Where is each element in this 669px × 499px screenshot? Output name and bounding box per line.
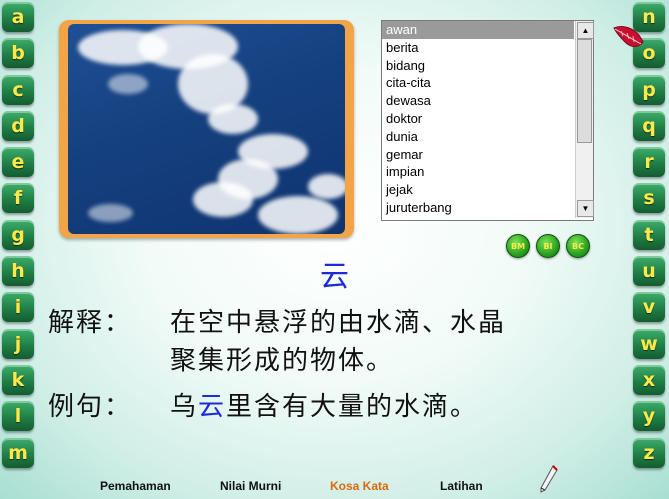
list-item[interactable]: doktor bbox=[382, 110, 574, 128]
letter-button-g[interactable]: g bbox=[2, 219, 34, 250]
close-icon[interactable] bbox=[611, 22, 645, 52]
letter-column-left: abcdefghijklm bbox=[2, 2, 36, 474]
nav-latihan[interactable]: Latihan bbox=[440, 479, 483, 493]
cloud-photo bbox=[68, 24, 345, 234]
vocab-word: 云 bbox=[319, 259, 349, 293]
example-sentence: 乌云里含有大量的水滴。 bbox=[170, 386, 478, 423]
letter-button-v[interactable]: v bbox=[633, 292, 665, 323]
photo-frame bbox=[59, 20, 354, 238]
letter-button-t[interactable]: t bbox=[633, 219, 665, 250]
letter-button-x[interactable]: x bbox=[633, 364, 665, 395]
letter-button-a[interactable]: a bbox=[2, 2, 34, 32]
list-item[interactable]: gemar bbox=[382, 146, 574, 164]
letter-button-i[interactable]: i bbox=[2, 292, 34, 323]
scroll-down-icon[interactable]: ▼ bbox=[577, 200, 594, 217]
letter-button-w[interactable]: w bbox=[633, 328, 665, 359]
scroll-up-icon[interactable]: ▲ bbox=[577, 22, 594, 39]
letter-column-right: nopqrstuvwxyz bbox=[633, 2, 667, 474]
nav-nilai-murni[interactable]: Nilai Murni bbox=[220, 479, 281, 493]
listbox-scrollbar[interactable]: ▲ ▼ bbox=[575, 21, 594, 218]
word-list: awan berita bidang cita-cita dewasa doktor dun… bbox=[382, 21, 574, 218]
list-item[interactable]: awan bbox=[382, 21, 574, 39]
letter-button-q[interactable]: q bbox=[633, 110, 665, 141]
letter-button-z[interactable]: z bbox=[633, 437, 665, 468]
pen-icon[interactable] bbox=[537, 464, 559, 494]
example-part-1: 乌 bbox=[170, 392, 199, 422]
example-part-2: 里含有大量的水滴。 bbox=[226, 392, 479, 422]
word-listbox[interactable]: awan berita bidang cita-cita dewasa doktor dun… bbox=[381, 20, 594, 221]
nav-pemahaman[interactable]: Pemahaman bbox=[100, 479, 171, 493]
letter-button-c[interactable]: c bbox=[2, 74, 34, 105]
list-item[interactable]: dewasa bbox=[382, 92, 574, 110]
nav-kosa-kata[interactable]: Kosa Kata bbox=[330, 479, 389, 493]
list-item[interactable]: jejak bbox=[382, 181, 574, 199]
letter-button-r[interactable]: r bbox=[633, 147, 665, 178]
letter-button-y[interactable]: y bbox=[633, 401, 665, 432]
letter-button-m[interactable]: m bbox=[2, 437, 34, 468]
letter-button-f[interactable]: f bbox=[2, 183, 34, 214]
definition-line-2: 聚集形成的物体。 bbox=[170, 346, 395, 376]
list-item[interactable]: impian bbox=[382, 163, 574, 181]
list-item[interactable]: dunia bbox=[382, 128, 574, 146]
list-item[interactable]: cita-cita bbox=[382, 74, 574, 92]
list-item[interactable]: berita bbox=[382, 39, 574, 57]
definition-label: 解释： bbox=[48, 308, 133, 338]
letter-button-b[interactable]: b bbox=[2, 38, 34, 69]
letter-button-k[interactable]: k bbox=[2, 364, 34, 395]
letter-button-d[interactable]: d bbox=[2, 110, 34, 141]
definition-line-1: 在空中悬浮的由水滴、水晶 bbox=[170, 308, 507, 338]
scroll-thumb[interactable] bbox=[577, 39, 592, 143]
list-item[interactable]: juruterbang bbox=[382, 199, 574, 217]
letter-button-s[interactable]: s bbox=[633, 183, 665, 214]
letter-button-e[interactable]: e bbox=[2, 147, 34, 178]
example-label: 例句： bbox=[48, 392, 133, 422]
example-highlight: 云 bbox=[198, 392, 227, 422]
letter-button-j[interactable]: j bbox=[2, 328, 34, 359]
letter-button-l[interactable]: l bbox=[2, 401, 34, 432]
list-item[interactable]: bidang bbox=[382, 57, 574, 75]
letter-button-p[interactable]: p bbox=[633, 74, 665, 105]
